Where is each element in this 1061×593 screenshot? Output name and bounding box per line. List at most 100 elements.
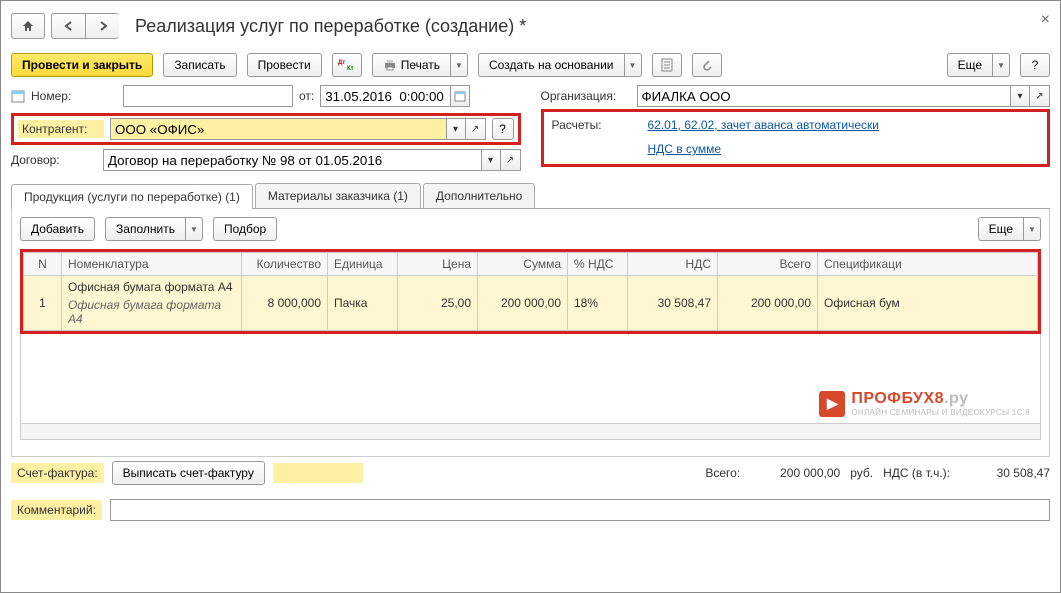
org-input[interactable] bbox=[637, 85, 1011, 107]
comment-row: Комментарий: bbox=[11, 495, 1050, 525]
invoice-label: Счет-фактура: bbox=[11, 463, 104, 483]
date-input[interactable] bbox=[320, 85, 450, 107]
col-qty[interactable]: Количество bbox=[242, 253, 328, 276]
contract-select-button[interactable]: ▾ bbox=[481, 149, 501, 171]
back-button[interactable] bbox=[51, 13, 85, 39]
total-label: Всего: bbox=[705, 466, 740, 480]
totals: Всего: 200 000,00 руб. НДС (в т.ч.): 30 … bbox=[705, 466, 1050, 480]
counterparty-input[interactable] bbox=[110, 118, 446, 140]
tab-more-button[interactable]: Еще bbox=[978, 217, 1023, 241]
tab-additional[interactable]: Дополнительно bbox=[423, 183, 535, 208]
org-select-button[interactable]: ▾ bbox=[1010, 85, 1030, 107]
contract-open-button[interactable]: ↗ bbox=[501, 149, 521, 171]
attach-button[interactable] bbox=[692, 53, 722, 77]
print-button[interactable]: Печать bbox=[372, 53, 450, 77]
sum-cell: 200 000,00 bbox=[478, 276, 568, 331]
total-cell: 200 000,00 bbox=[718, 276, 818, 331]
counterparty-row: Контрагент: ▾ ↗ ? bbox=[18, 118, 514, 140]
table-row[interactable]: 1 Офисная бумага формата А4 Офисная бума… bbox=[24, 276, 1038, 331]
save-button[interactable]: Записать bbox=[163, 53, 236, 77]
vat-cell: 30 508,47 bbox=[628, 276, 718, 331]
counterparty-select-button[interactable]: ▾ bbox=[446, 118, 466, 140]
contract-input[interactable] bbox=[103, 149, 481, 171]
nomen-cell: Офисная бумага формата А4 bbox=[68, 280, 235, 294]
col-n[interactable]: N bbox=[24, 253, 62, 276]
printer-icon bbox=[383, 59, 397, 71]
create-based-group: Создать на основании bbox=[478, 53, 642, 77]
spec-cell: Офисная бум bbox=[818, 276, 1038, 331]
counterparty-label: Контрагент: bbox=[18, 120, 104, 138]
contract-row: Договор: ▾ ↗ bbox=[11, 149, 521, 171]
vat-total-label: НДС (в т.ч.): bbox=[883, 466, 950, 480]
tab-products[interactable]: Продукция (услуги по переработке) (1) bbox=[11, 184, 253, 209]
currency-label: руб. bbox=[850, 466, 873, 480]
report-button[interactable] bbox=[652, 53, 682, 77]
horizontal-scrollbar[interactable] bbox=[20, 424, 1041, 440]
page-title: Реализация услуг по переработке (создани… bbox=[135, 16, 526, 37]
home-icon bbox=[21, 19, 35, 33]
counterparty-help-button[interactable]: ? bbox=[492, 118, 514, 140]
unit-cell: Пачка bbox=[328, 276, 398, 331]
arrow-right-icon bbox=[97, 20, 109, 32]
create-based-button[interactable]: Создать на основании bbox=[478, 53, 624, 77]
contract-label: Договор: bbox=[11, 153, 97, 167]
more-dropdown[interactable] bbox=[992, 53, 1010, 77]
comment-label: Комментарий: bbox=[11, 500, 102, 520]
dtkt-icon: ДтКт bbox=[338, 58, 356, 72]
date-picker-button[interactable] bbox=[450, 85, 470, 107]
svg-text:Дт: Дт bbox=[338, 60, 345, 66]
col-unit[interactable]: Единица bbox=[328, 253, 398, 276]
help-button[interactable]: ? bbox=[1020, 53, 1050, 77]
col-vatp[interactable]: % НДС bbox=[568, 253, 628, 276]
pick-button[interactable]: Подбор bbox=[213, 217, 277, 241]
post-button[interactable]: Провести bbox=[247, 53, 322, 77]
col-vat[interactable]: НДС bbox=[628, 253, 718, 276]
more-button[interactable]: Еще bbox=[947, 53, 992, 77]
fill-button[interactable]: Заполнить bbox=[105, 217, 185, 241]
post-and-close-button[interactable]: Провести и закрыть bbox=[11, 53, 153, 77]
org-row: Организация: ▾ ↗ bbox=[541, 85, 1051, 107]
tabs: Продукция (услуги по переработке) (1) Ма… bbox=[11, 183, 1050, 209]
forward-button[interactable] bbox=[85, 13, 119, 39]
price-cell: 25,00 bbox=[398, 276, 478, 331]
settlements-link[interactable]: 62.01, 62.02, зачет аванса автоматически bbox=[648, 118, 879, 132]
date-from-label: от: bbox=[299, 89, 314, 103]
dt-kt-button[interactable]: ДтКт bbox=[332, 53, 362, 77]
fill-dropdown[interactable] bbox=[185, 217, 203, 241]
tab-materials[interactable]: Материалы заказчика (1) bbox=[255, 183, 421, 208]
org-open-button[interactable]: ↗ bbox=[1030, 85, 1050, 107]
invoice-row: Счет-фактура: Выписать счет-фактуру Всег… bbox=[11, 457, 1050, 489]
col-price[interactable]: Цена bbox=[398, 253, 478, 276]
col-nomen[interactable]: Номенклатура bbox=[62, 253, 242, 276]
total-value: 200 000,00 bbox=[750, 466, 840, 480]
create-based-dropdown[interactable] bbox=[624, 53, 642, 77]
col-sum[interactable]: Сумма bbox=[478, 253, 568, 276]
grid-empty-area: ▶ ПРОФБУХ8.ру ОНЛАЙН СЕМИНАРЫ И ВИДЕОКУР… bbox=[20, 334, 1041, 424]
tab-more-dropdown[interactable] bbox=[1023, 217, 1041, 241]
org-label: Организация: bbox=[541, 89, 631, 103]
nomen-desc: Офисная бумага формата А4 bbox=[68, 298, 235, 326]
comment-input[interactable] bbox=[110, 499, 1050, 521]
calendar-small-icon bbox=[454, 90, 466, 102]
print-dropdown[interactable] bbox=[450, 53, 468, 77]
watermark-logo: ▶ bbox=[819, 391, 845, 417]
toolbar: Провести и закрыть Записать Провести ДтК… bbox=[11, 53, 1050, 77]
products-grid[interactable]: N Номенклатура Количество Единица Цена С… bbox=[23, 252, 1038, 331]
vat-mode-link[interactable]: НДС в сумме bbox=[648, 142, 722, 156]
settlements-label: Расчеты: bbox=[552, 118, 642, 132]
create-invoice-button[interactable]: Выписать счет-фактуру bbox=[112, 461, 265, 485]
number-label: Номер: bbox=[31, 89, 117, 103]
document-icon bbox=[661, 58, 673, 72]
grid-highlight-box: N Номенклатура Количество Единица Цена С… bbox=[20, 249, 1041, 334]
paperclip-icon bbox=[701, 58, 713, 72]
add-row-button[interactable]: Добавить bbox=[20, 217, 95, 241]
vat-total-value: 30 508,47 bbox=[960, 466, 1050, 480]
more-button-group: Еще bbox=[947, 53, 1010, 77]
number-input[interactable] bbox=[123, 85, 293, 107]
home-button[interactable] bbox=[11, 13, 45, 39]
col-total[interactable]: Всего bbox=[718, 253, 818, 276]
vatp-cell: 18% bbox=[568, 276, 628, 331]
col-spec[interactable]: Спецификаци bbox=[818, 253, 1038, 276]
counterparty-open-button[interactable]: ↗ bbox=[466, 118, 486, 140]
close-button[interactable]: × bbox=[1041, 11, 1050, 29]
